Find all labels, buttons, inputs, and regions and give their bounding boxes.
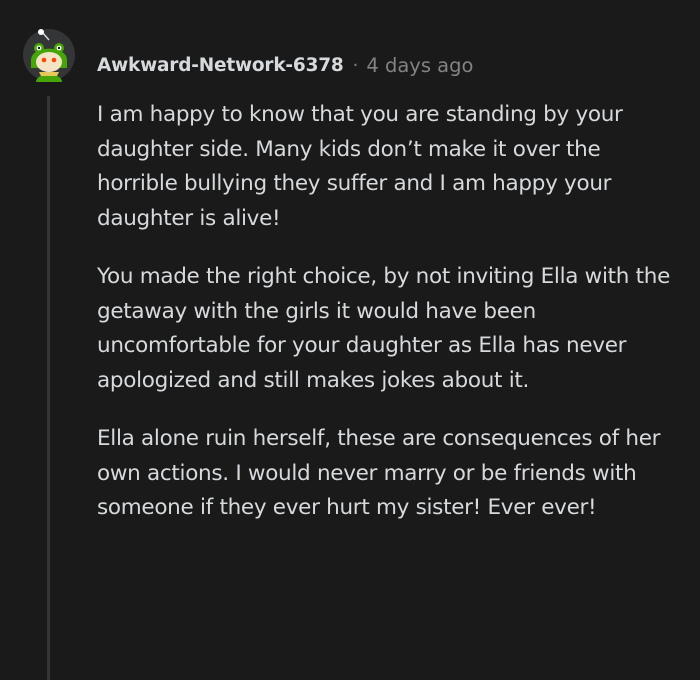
comment-meta: Awkward-Network-6378 · 4 days ago [97,50,473,80]
thread-collapse-line[interactable] [47,96,50,680]
comment-paragraph: You made the right choice, by not inviti… [97,264,671,393]
meta-separator: · [352,54,359,76]
comment-body: I am happy to know that you are standing… [97,98,687,550]
comment: Awkward-Network-6378 · 4 days ago I am h… [0,0,700,680]
user-avatar[interactable] [22,28,76,82]
comment-paragraph: Ella alone ruin herself, these are conse… [97,426,661,520]
snoo-avatar-icon [23,29,75,82]
comment-timestamp[interactable]: 4 days ago [366,54,473,77]
author-username[interactable]: Awkward-Network-6378 [97,55,344,76]
comment-paragraph: I am happy to know that you are standing… [97,102,623,231]
